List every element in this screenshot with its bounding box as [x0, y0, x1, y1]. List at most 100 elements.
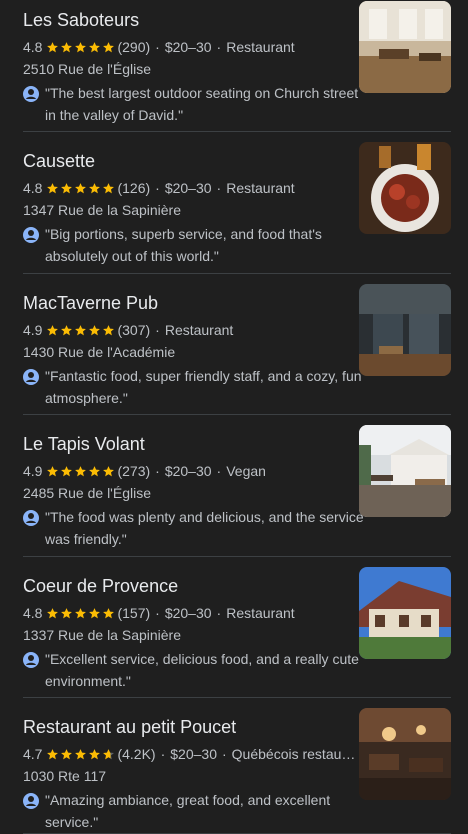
- rating-row: 4.8 (290) · $20–30 · Restaurant: [23, 38, 358, 58]
- result-card[interactable]: Causette 4.8 (126) · $20–30 · Restaurant 1347 R…: [23, 142, 451, 274]
- result-card[interactable]: Coeur de Provence 4.8 (157) · $20–30 · Restaur…: [23, 567, 451, 698]
- star-icon: [61, 466, 73, 477]
- star-icon: [75, 749, 87, 760]
- review-count: (307): [117, 322, 151, 338]
- star-icon: [75, 325, 87, 336]
- review-text: "Fantastic food, super friendly staff, a…: [45, 368, 362, 406]
- review-count: (126): [117, 180, 151, 196]
- category: Restaurant: [226, 39, 295, 55]
- review-text: "The food was plenty and delicious, and …: [45, 509, 364, 547]
- user-avatar-icon: [23, 227, 39, 243]
- rating-value: 4.8: [23, 39, 43, 55]
- star-rating: [46, 181, 116, 199]
- rating-row: 4.9 (307) · Restaurant: [23, 321, 358, 341]
- price-range: $20–30: [164, 605, 212, 621]
- star-rating: [46, 40, 116, 58]
- review-text: "Amazing ambiance, great food, and excel…: [45, 792, 331, 830]
- star-icon: [89, 183, 101, 194]
- star-icon: [89, 42, 101, 53]
- category: Québécois restaurant: [231, 746, 358, 762]
- star-icon: [61, 749, 73, 760]
- star-icon: [103, 42, 115, 53]
- review-count: (290): [117, 39, 151, 55]
- star-icon: [61, 183, 73, 194]
- star-icon: [47, 183, 59, 194]
- star-icon: [89, 325, 101, 336]
- review-count: (157): [117, 605, 151, 621]
- address: 2485 Rue de l'Église: [23, 485, 151, 501]
- place-name[interactable]: Coeur de Provence: [23, 576, 178, 596]
- star-icon: [89, 749, 101, 760]
- place-name[interactable]: Restaurant au petit Poucet: [23, 717, 236, 737]
- rating-row: 4.9 (273) · $20–30 · Vegan: [23, 462, 358, 482]
- patio-exterior-icon[interactable]: [359, 425, 451, 517]
- rating-row: 4.8 (126) · $20–30 · Restaurant: [23, 179, 358, 199]
- star-icon: [75, 608, 87, 619]
- star-icon: [47, 749, 59, 760]
- rating-value: 4.7: [23, 746, 43, 762]
- review-count: (273): [117, 463, 151, 479]
- star-icon: [47, 42, 59, 53]
- food-plate-icon[interactable]: [359, 142, 451, 234]
- rating-row: 4.8 (157) · $20–30 · Restaurant: [23, 604, 358, 624]
- result-card[interactable]: Restaurant au petit Poucet 4.7 (4.2K) · $20–…: [23, 708, 451, 834]
- place-name[interactable]: MacTaverne Pub: [23, 293, 158, 313]
- star-rating: [46, 323, 116, 341]
- star-icon: [75, 183, 87, 194]
- address: 2510 Rue de l'Église: [23, 61, 151, 77]
- star-icon: [103, 466, 115, 477]
- category: Restaurant: [164, 322, 234, 338]
- rating-row: 4.7 (4.2K) · $20–30 · Québécois restaurant: [23, 745, 358, 765]
- star-rating: [46, 464, 116, 482]
- review-count: (4.2K): [117, 746, 156, 762]
- address: 1347 Rue de la Sapinière: [23, 202, 182, 218]
- interior-wood-icon[interactable]: [359, 1, 451, 93]
- price-range: $20–30: [164, 463, 212, 479]
- review-text: "Excellent service, delicious food, and …: [45, 651, 359, 689]
- star-icon: [47, 325, 59, 336]
- category: Restaurant: [226, 180, 295, 196]
- pub-interior-icon[interactable]: [359, 284, 451, 376]
- star-icon: [89, 466, 101, 477]
- star-icon: [103, 325, 115, 336]
- price-range: $20–30: [164, 180, 212, 196]
- star-icon: [61, 608, 73, 619]
- result-card[interactable]: MacTaverne Pub 4.9 (307) · Restaurant 1430 Ru…: [23, 284, 451, 415]
- star-icon: [47, 466, 59, 477]
- review-text: "The best largest outdoor seating on Chu…: [45, 85, 359, 123]
- rating-value: 4.9: [23, 463, 43, 479]
- user-avatar-icon: [23, 510, 39, 526]
- star-icon: [103, 183, 115, 194]
- building-exterior-icon[interactable]: [359, 567, 451, 659]
- star-icon: [103, 608, 115, 619]
- place-name[interactable]: Le Tapis Volant: [23, 434, 145, 454]
- star-icon: [89, 608, 101, 619]
- star-icon: [61, 325, 73, 336]
- star-icon: [47, 608, 59, 619]
- user-avatar-icon: [23, 86, 39, 102]
- place-name[interactable]: Causette: [23, 151, 95, 171]
- star-icon: [75, 466, 87, 477]
- price-range: $20–30: [164, 39, 212, 55]
- results-list: Les Saboteurs 4.8 (290) · $20–30 · Restaurant 2…: [0, 0, 468, 834]
- place-name[interactable]: Les Saboteurs: [23, 10, 139, 30]
- price-range: $20–30: [170, 746, 217, 762]
- dining-hall-icon[interactable]: [359, 708, 451, 800]
- user-avatar-icon: [23, 369, 39, 385]
- rating-value: 4.8: [23, 605, 43, 621]
- star-icon: [103, 749, 115, 760]
- result-card[interactable]: Les Saboteurs 4.8 (290) · $20–30 · Restaurant 2…: [23, 1, 451, 132]
- user-avatar-icon: [23, 793, 39, 809]
- star-icon: [61, 42, 73, 53]
- review-text: "Big portions, superb service, and food …: [45, 226, 322, 264]
- user-avatar-icon: [23, 652, 39, 668]
- star-rating: [46, 747, 116, 765]
- address: 1030 Rte 117: [23, 768, 107, 784]
- category: Vegan: [226, 463, 266, 479]
- address: 1337 Rue de la Sapinière: [23, 627, 182, 643]
- star-rating: [46, 606, 116, 624]
- rating-value: 4.8: [23, 180, 43, 196]
- result-card[interactable]: Le Tapis Volant 4.9 (273) · $20–30 · Vegan 2485…: [23, 425, 451, 557]
- category: Restaurant: [226, 605, 295, 621]
- rating-value: 4.9: [23, 322, 43, 338]
